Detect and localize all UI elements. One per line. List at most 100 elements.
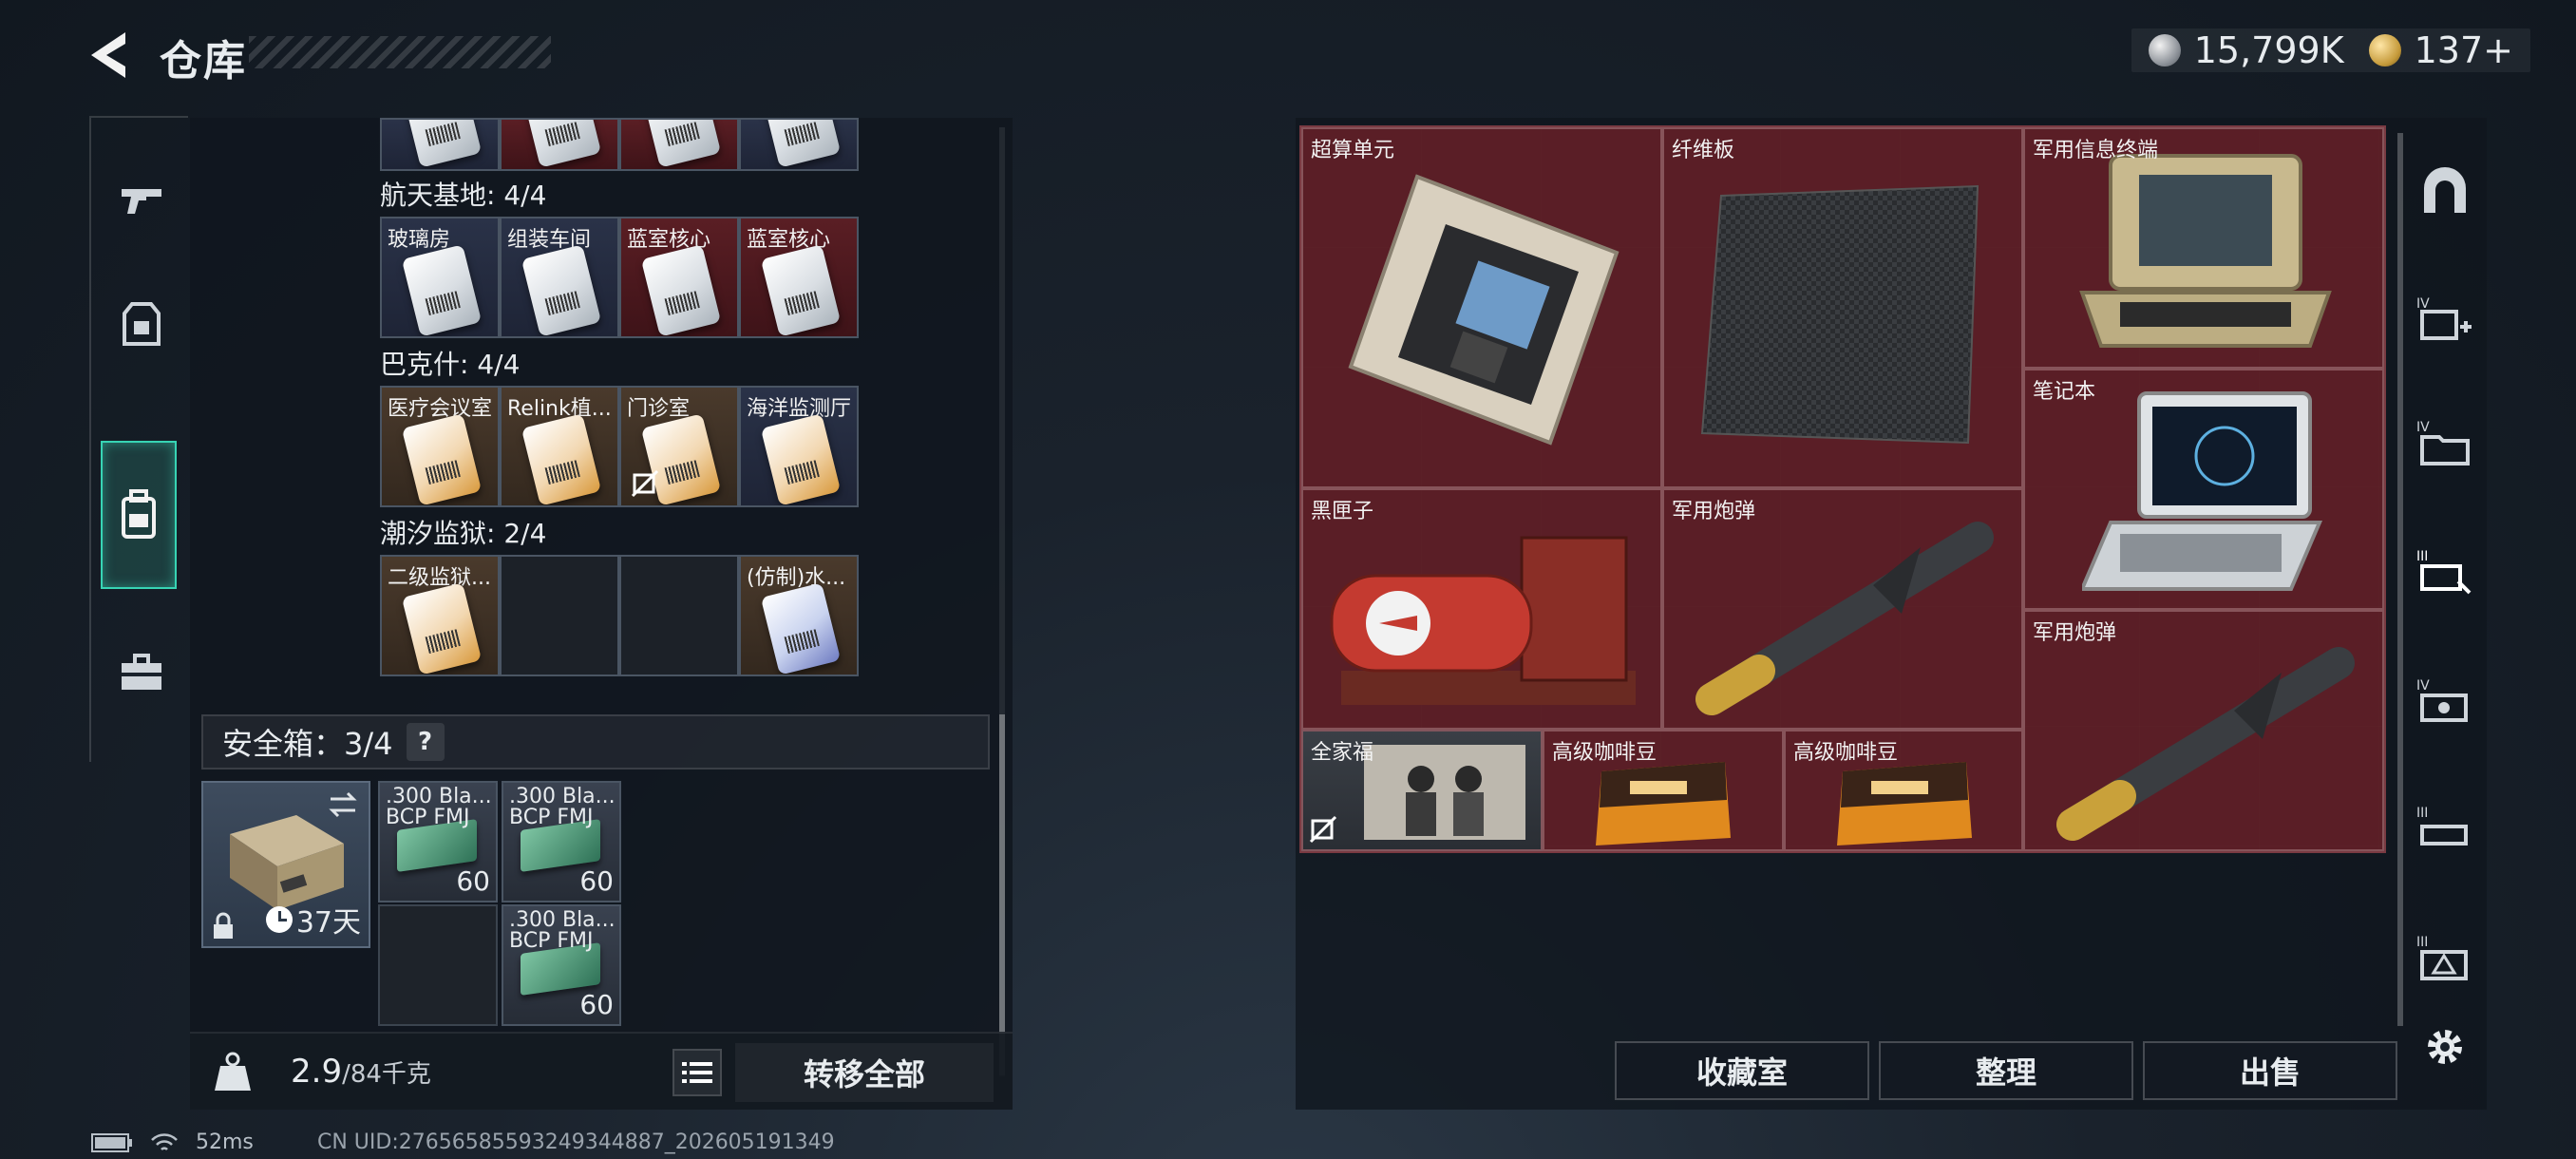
empty-keycard-slot[interactable] [619, 555, 739, 676]
ping-value: 52ms [196, 1130, 254, 1154]
keycard-icon [760, 582, 842, 674]
weight-icon [215, 1052, 251, 1091]
keycard-icon [640, 244, 722, 336]
keycard-icon [401, 244, 483, 336]
empty-safe-slot[interactable] [378, 904, 498, 1026]
stash-tab-materials[interactable]: III [2415, 798, 2475, 859]
ammo-item[interactable]: .300 Bla... BCP FMJ 60 [378, 781, 498, 902]
missile-icon [1695, 522, 1994, 715]
keycard-icon [401, 582, 483, 674]
vest-icon [123, 302, 161, 346]
keycard-slot[interactable]: 门诊室 [619, 386, 739, 507]
back-button[interactable] [84, 27, 141, 84]
stash-tab-electronics[interactable]: III [2415, 542, 2475, 602]
gear-icon [2428, 1030, 2462, 1064]
stash-item-family-photo[interactable]: 全家福 [1301, 730, 1543, 851]
keycard-slot[interactable] [739, 118, 859, 171]
slot-row-bakshi: 医疗会议室 Relink植... 门诊室 海洋监测厅 [380, 386, 859, 507]
section-label-tidal-prison: 潮汐监狱: 2/4 [380, 518, 547, 549]
svg-text:III: III [2416, 806, 2428, 821]
silver-currency-value: 15,799K [2193, 29, 2344, 71]
section-label-aerospace: 航天基地: 4/4 [380, 180, 547, 211]
stash-tab-all[interactable] [2415, 162, 2475, 222]
keycard-slot[interactable]: 蓝室核心 [739, 217, 859, 338]
missile-icon [2056, 647, 2355, 841]
nav-armor[interactable] [103, 285, 180, 363]
stash-item-military-shell[interactable]: 军用炮弹 [2023, 610, 2384, 851]
keycard-slot[interactable]: 海洋监测厅 [739, 386, 859, 507]
misc-icon: III [2416, 935, 2468, 980]
left-category-nav [89, 116, 188, 762]
keycard-slot[interactable]: 二级监狱... [380, 555, 500, 676]
stash-item-premium-coffee[interactable]: 高级咖啡豆 [1784, 730, 2023, 851]
keycard-slot[interactable] [380, 118, 500, 171]
backpack-icon [122, 489, 156, 539]
stash-grid: 超算单元 纤维板 军用信息终端 笔记本 黑匣子 军用炮弹 军用炮弹 全家福 高级… [1299, 125, 2386, 853]
ammo-item[interactable]: .300 Bla... BCP FMJ 60 [502, 904, 621, 1026]
stash-item-premium-coffee[interactable]: 高级咖啡豆 [1543, 730, 1784, 851]
keycard-slot[interactable]: 组装车间 [500, 217, 619, 338]
stash-item-black-box[interactable]: 黑匣子 [1301, 488, 1662, 730]
arch-icon [2424, 167, 2466, 213]
keycard-icon [760, 413, 842, 505]
empty-keycard-slot[interactable] [500, 555, 619, 676]
stash-tab-documents[interactable]: IV [2415, 412, 2475, 473]
stash-item-laptop[interactable]: 笔记本 [2023, 369, 2384, 610]
currency-display: 15,799K 137+ [2131, 28, 2530, 72]
svg-text:IV: IV [2416, 420, 2430, 435]
stash-item-fiberboard[interactable]: 纤维板 [1662, 127, 2023, 488]
toolbox-icon: IV [2416, 678, 2468, 722]
stash-item-military-shell[interactable]: 军用炮弹 [1662, 488, 2023, 730]
swap-icon[interactable] [327, 790, 359, 819]
settings-button[interactable] [2415, 1016, 2475, 1077]
stash-item-supercomputer-unit[interactable]: 超算单元 [1301, 127, 1662, 488]
keycard-slot[interactable] [619, 118, 739, 171]
keycard-slot[interactable]: Relink植... [500, 386, 619, 507]
stash-tab-misc[interactable]: III [2415, 927, 2475, 988]
safe-box-label: 安全箱：3/4 [222, 726, 393, 762]
keycard-icon [521, 413, 602, 505]
help-button[interactable]: ? [406, 723, 445, 761]
wifi-icon [151, 1132, 178, 1150]
stash-item-military-terminal[interactable]: 军用信息终端 [2023, 127, 2384, 369]
briefcase-icon [122, 654, 161, 690]
coffee-bag-icon [1837, 762, 1972, 846]
slot-row-partial [380, 118, 859, 171]
left-scrollbar-thumb[interactable] [999, 714, 1005, 1075]
gun-icon [122, 189, 161, 214]
medkit-icon: IV [2416, 296, 2472, 340]
collection-room-button[interactable]: 收藏室 [1615, 1041, 1869, 1100]
safe-box-container[interactable]: 37天 [201, 781, 370, 948]
keycard-icon [760, 244, 842, 336]
keycard-slot[interactable]: (仿制)水... [739, 555, 859, 676]
nav-backpack[interactable] [101, 441, 177, 589]
status-bar: 52ms [91, 1130, 254, 1154]
stash-tab-nav: IV IV III IV III III [2401, 118, 2487, 1110]
nav-tools[interactable] [103, 635, 180, 712]
section-label-bakshi: 巴克什: 4/4 [380, 349, 521, 380]
sell-button[interactable]: 出售 [2143, 1041, 2397, 1100]
nav-weapons[interactable] [103, 162, 180, 239]
keycard-slot[interactable]: 蓝室核心 [619, 217, 739, 338]
sort-button[interactable]: 整理 [1879, 1041, 2133, 1100]
folder-icon: IV [2416, 420, 2470, 466]
weight-bar: 2.9/84千克 转移全部 [190, 1032, 1013, 1110]
title-decoration [249, 36, 551, 68]
keycard-slot[interactable]: 医疗会议室 [380, 386, 500, 507]
electronics-icon: III [2416, 549, 2472, 595]
photo-icon [1364, 745, 1525, 840]
transfer-all-button[interactable]: 转移全部 [735, 1043, 994, 1102]
list-view-button[interactable] [672, 1049, 722, 1096]
materials-icon: III [2416, 806, 2468, 846]
keycard-slot[interactable] [500, 118, 619, 171]
black-box-icon [1330, 536, 1636, 705]
stash-tab-medical[interactable]: IV [2415, 289, 2475, 350]
gold-currency-value: 137+ [2414, 29, 2513, 71]
slot-row-aerospace: 玻璃房 组装车间 蓝室核心 蓝室核心 [380, 217, 859, 338]
ammo-item[interactable]: .300 Bla... BCP FMJ 60 [502, 781, 621, 902]
stash-tab-tools[interactable]: IV [2415, 671, 2475, 732]
svg-text:III: III [2416, 549, 2428, 564]
slot-row-tidal-prison: 二级监狱... (仿制)水... [380, 555, 859, 676]
silver-coin-icon [2148, 34, 2181, 66]
keycard-slot[interactable]: 玻璃房 [380, 217, 500, 338]
